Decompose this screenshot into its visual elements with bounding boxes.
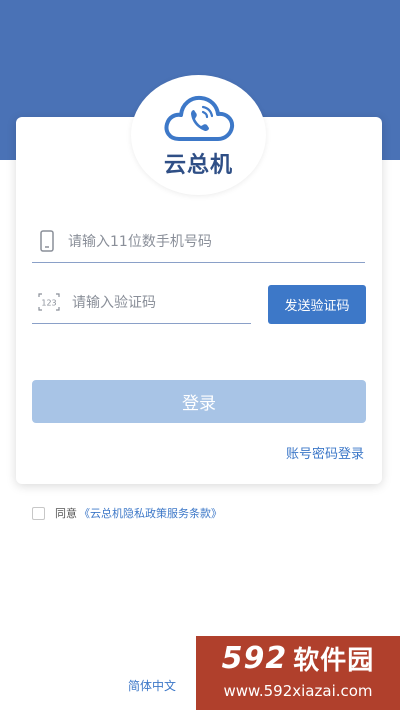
svg-text:123: 123 xyxy=(41,299,56,308)
agreement-prefix: 同意 xyxy=(55,507,77,520)
language-switch[interactable]: 简体中文 xyxy=(128,677,176,694)
login-screen: 云总机 123 发送验证码 登录 账号密码登录 同意 《云总机隐私政策服务条款》… xyxy=(0,0,400,710)
phone-input[interactable] xyxy=(66,228,350,256)
watermark-brand: 592 软件园 xyxy=(196,638,400,678)
privacy-policy-link[interactable]: 《云总机隐私政策服务条款》 xyxy=(79,505,222,521)
verification-code-input[interactable] xyxy=(70,289,249,317)
app-name: 云总机 xyxy=(163,153,233,178)
mobile-phone-icon xyxy=(40,230,54,252)
watermark-logo: 592 软件园 www.592xiazai.com xyxy=(196,636,400,710)
login-button[interactable]: 登录 xyxy=(32,380,366,423)
watermark-url: www.592xiazai.com xyxy=(223,682,373,700)
phone-field[interactable] xyxy=(32,222,365,263)
watermark-text: 软件园 xyxy=(293,645,375,676)
agreement-checkbox[interactable] xyxy=(32,506,45,520)
cloud-phone-icon xyxy=(164,95,235,141)
verification-code-field[interactable]: 123 xyxy=(32,283,251,324)
send-code-button[interactable]: 发送验证码 xyxy=(268,285,366,324)
app-logo: 云总机 xyxy=(131,75,266,195)
numeric-code-icon: 123 xyxy=(38,293,60,311)
password-login-link[interactable]: 账号密码登录 xyxy=(264,443,364,462)
agreement-row: 同意 《云总机隐私政策服务条款》 xyxy=(32,504,222,522)
watermark-number: 592 xyxy=(221,640,288,676)
